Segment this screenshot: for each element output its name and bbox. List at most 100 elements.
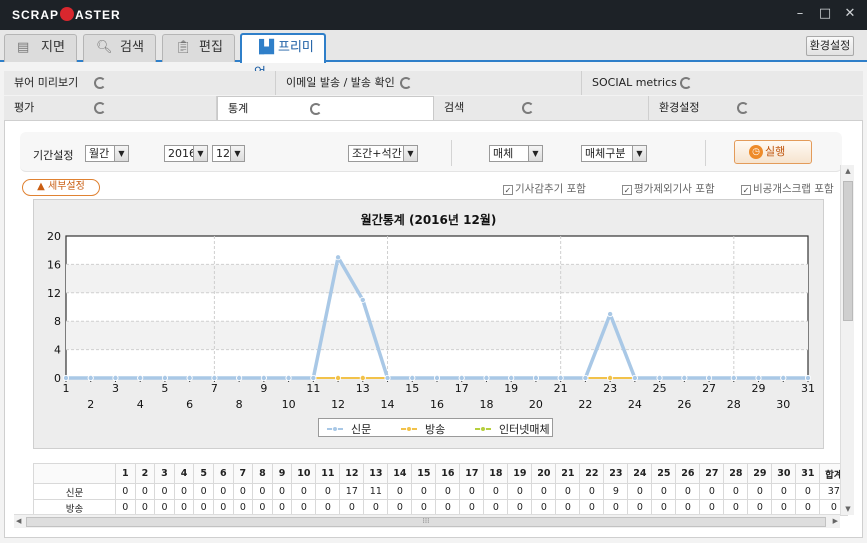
x-tick-label: 1 <box>63 382 70 395</box>
checkbox-private-scraps-label: 비공개스크랩 포함 <box>753 183 834 195</box>
x-tick-label: 28 <box>727 398 741 411</box>
edition-select[interactable]: 조간+석간 ▼ <box>348 145 418 162</box>
refresh-icon <box>400 77 412 89</box>
data-point <box>805 374 812 381</box>
scroll-thumb[interactable]: ⁞⁞⁞ <box>26 517 826 527</box>
subtab-social-metrics[interactable]: SOCIAL metrics <box>582 71 863 95</box>
subtab-evaluation[interactable]: 평가 <box>4 96 217 120</box>
minimize-icon[interactable]: – <box>792 6 808 22</box>
x-tick-label: 6 <box>186 398 193 411</box>
table-header-cell: 14 <box>387 463 413 484</box>
chevron-down-icon: ▼ <box>632 146 646 161</box>
refresh-icon <box>94 102 106 114</box>
table-cell: 0 <box>771 483 797 500</box>
subtab-row-1: 뷰어 미리보기 이메일 발송 / 발송 확인 SOCIAL metrics <box>4 71 863 95</box>
table-header-cell: 17 <box>459 463 485 484</box>
tab-premium[interactable]: ▐▟프리미엄 <box>240 33 326 81</box>
table-cell: 0 <box>134 483 156 500</box>
subtab-statistics[interactable]: 통계 <box>217 96 434 122</box>
subtab-settings[interactable]: 환경설정 <box>649 96 863 120</box>
refresh-icon <box>310 103 322 115</box>
subtab-viewer-preview[interactable]: 뷰어 미리보기 <box>4 71 276 95</box>
table-cell: 9 <box>603 483 629 500</box>
divider <box>451 140 452 166</box>
table-header-cell: 12 <box>339 463 365 484</box>
scroll-up-icon[interactable]: ▲ <box>841 167 855 175</box>
data-point <box>582 374 589 381</box>
tab-edit[interactable]: 📋︎ 편집 <box>162 34 235 62</box>
checkbox-private-scraps[interactable]: ✓ 비공개스크랩 포함 <box>741 181 834 196</box>
tab-search[interactable]: 🔍︎ 검색 <box>83 34 156 62</box>
chevron-down-icon: ▼ <box>193 146 207 161</box>
data-point <box>780 374 787 381</box>
close-icon[interactable]: ✕ <box>842 6 858 22</box>
table-header-cell: 4 <box>173 463 195 484</box>
table-header-cell: 6 <box>212 463 234 484</box>
table-header-cell: 3 <box>154 463 175 484</box>
x-tick-label: 30 <box>776 398 790 411</box>
table-header-row: 1 2 3 4 5 6 7 8 9 10 11 12 13 14 15 16 17 18 19 20 21 22 23 24 2… <box>33 463 849 484</box>
x-tick-label: 29 <box>752 382 766 395</box>
vertical-scrollbar[interactable]: ▲ ▼ <box>840 165 854 515</box>
table-header-cell: 19 <box>507 463 533 484</box>
subtab-email[interactable]: 이메일 발송 / 발송 확인 <box>276 71 582 95</box>
app-logo: SCRAP ASTER <box>12 7 121 22</box>
statistics-table: 1 2 3 4 5 6 7 8 9 10 11 12 13 14 15 16 17 18 19 20 21 22 23 24 2… <box>33 463 849 516</box>
line-chart: 0481216201234567891011121314151617181920… <box>47 230 815 411</box>
year-select[interactable]: 2016 ▼ <box>164 145 208 162</box>
x-tick-label: 21 <box>554 382 568 395</box>
settings-button[interactable]: 환경설정 <box>806 36 854 56</box>
chevron-down-icon: ▼ <box>114 146 128 161</box>
data-point <box>631 374 638 381</box>
table-header-cell <box>33 463 116 484</box>
scroll-thumb[interactable] <box>843 181 853 321</box>
data-point <box>483 374 490 381</box>
x-tick-label: 13 <box>356 382 370 395</box>
checkbox-hidden-articles[interactable]: ✓ 기사감추기 포함 <box>503 181 586 196</box>
filter-toolbar <box>20 132 842 172</box>
subtab-search[interactable]: 검색 <box>434 96 649 120</box>
x-tick-label: 15 <box>405 382 419 395</box>
subtab-row-2: 평가 통계 검색 환경설정 <box>4 96 863 122</box>
media-type-select[interactable]: 매체구분 ▼ <box>581 145 647 162</box>
tab-page[interactable]: ▤ 지면 <box>4 34 77 62</box>
period-select-value: 월간 <box>89 147 110 160</box>
data-point <box>87 374 94 381</box>
horizontal-scrollbar[interactable]: ◀ ⁞⁞⁞ ▶ <box>14 514 840 528</box>
x-tick-label: 7 <box>211 382 218 395</box>
maximize-icon[interactable]: □ <box>817 6 833 22</box>
table-header-cell: 28 <box>723 463 749 484</box>
media-select[interactable]: 매체 ▼ <box>489 145 543 162</box>
data-point <box>409 374 416 381</box>
x-tick-label: 11 <box>306 382 320 395</box>
legend-label: 신문 <box>351 423 372 436</box>
detail-settings-button[interactable]: ▲ 세부설정 <box>22 179 100 196</box>
checkbox-excluded-articles-label: 평가제외기사 포함 <box>634 183 715 195</box>
period-label: 기간설정 <box>33 149 74 162</box>
scroll-right-icon[interactable]: ▶ <box>833 517 838 525</box>
table-cell: 0 <box>675 483 701 500</box>
table-header-cell: 8 <box>252 463 273 484</box>
data-point <box>433 374 440 381</box>
scroll-left-icon[interactable]: ◀ <box>16 517 21 525</box>
x-tick-label: 9 <box>260 382 267 395</box>
legend-marker <box>401 424 417 434</box>
data-point <box>359 374 366 381</box>
y-tick-label: 0 <box>54 372 61 385</box>
checkbox-checked-icon: ✓ <box>622 185 632 195</box>
period-select[interactable]: 월간 ▼ <box>85 145 129 162</box>
run-button[interactable]: ◷ 실행 <box>734 140 812 164</box>
plot-area <box>65 235 809 379</box>
tab-search-label: 검색 <box>120 40 144 55</box>
checkbox-hidden-articles-label: 기사감추기 포함 <box>515 183 586 195</box>
table-header-cell: 7 <box>232 463 254 484</box>
table-cell: 0 <box>627 483 653 500</box>
checkbox-excluded-articles[interactable]: ✓ 평가제외기사 포함 <box>622 181 715 196</box>
x-tick-label: 2 <box>87 398 94 411</box>
scroll-down-icon[interactable]: ▼ <box>841 505 855 513</box>
month-select[interactable]: 12 ▼ <box>212 145 245 162</box>
table-cell: 0 <box>115 483 136 500</box>
refresh-icon <box>680 77 692 89</box>
media-select-value: 매체 <box>493 147 514 160</box>
clock-icon: ◷ <box>749 145 763 159</box>
